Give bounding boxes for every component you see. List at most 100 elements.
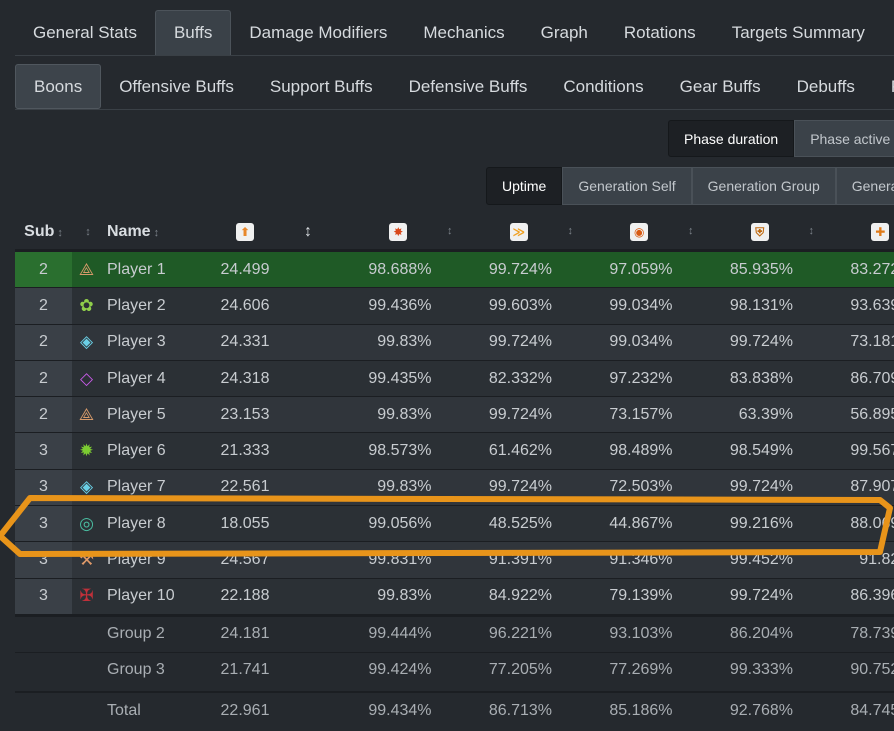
player-name[interactable]: Player 4	[101, 370, 215, 388]
boon-uptime-value: 93.639%	[850, 296, 894, 314]
orb-icon: ◎	[79, 513, 94, 533]
table-row[interactable]: 3 ⚒ Player 9 24.567 99.831% 91.391% 91.346% 99.…	[15, 541, 894, 578]
boon-uptime-value: 77.269%	[609, 661, 673, 679]
boon-uptime-value: 78.739%	[850, 625, 894, 643]
boon-uptime-value: 91.391%	[488, 551, 552, 569]
player-name[interactable]: Player 9	[101, 551, 215, 569]
player-name[interactable]: Player 1	[101, 261, 215, 279]
subgroup-cell: 2	[15, 360, 72, 397]
main-tab-bar: General Stats Buffs Damage Modifiers Mechan…	[15, 10, 894, 56]
sort-icon[interactable]: ↕	[809, 225, 815, 237]
subtab-conditions[interactable]: Conditions	[545, 64, 661, 109]
col-fury-header[interactable]: ✸ ↕	[338, 223, 459, 241]
phase-option-phase-duration[interactable]: Phase duration	[668, 120, 795, 157]
protection-icon: ⛨	[750, 223, 769, 241]
boon-uptime-value: 91.346%	[609, 551, 673, 569]
boon-uptime-value: 99.83%	[377, 333, 432, 351]
boon-uptime-value: 99.056%	[368, 514, 432, 532]
player-name[interactable]: Player 6	[101, 442, 215, 460]
boon-uptime-value: 88.069%	[850, 514, 894, 532]
summary-row: Total 22.961 99.434% 86.713% 85.186% 92.768% 8…	[15, 690, 894, 729]
mode-option-generation-self[interactable]: Generation Self	[562, 167, 692, 205]
subtab-debuffs[interactable]: Debuffs	[779, 64, 873, 109]
boon-uptime-value: 97.059%	[609, 260, 673, 278]
subtab-per[interactable]: Per	[873, 64, 894, 109]
boon-uptime-value: 48.525%	[488, 514, 552, 532]
boon-uptime-value: 99.724%	[488, 260, 552, 278]
might-value: 22.188	[220, 587, 270, 605]
col-alacrity-header[interactable]: ◉ ↕	[579, 223, 700, 241]
boon-uptime-value: 99.724%	[488, 478, 552, 496]
subtab-offensive-buffs[interactable]: Offensive Buffs	[101, 64, 252, 109]
tab-rotations[interactable]: Rotations	[606, 10, 714, 55]
boon-uptime-value: 99.724%	[729, 333, 793, 351]
subtab-defensive-buffs[interactable]: Defensive Buffs	[391, 64, 546, 109]
col-regeneration-header[interactable]: ✚↕	[820, 223, 894, 241]
boon-uptime-value: 90.752%	[850, 661, 894, 679]
subtab-gear-buffs[interactable]: Gear Buffs	[662, 64, 779, 109]
player-name[interactable]: Player 5	[101, 406, 215, 424]
sort-icon[interactable]: ↕	[568, 225, 574, 237]
boon-uptime-value: 99.603%	[488, 296, 552, 314]
col-quickness-header[interactable]: ≫ ↕	[459, 223, 580, 241]
player-name[interactable]: Player 2	[101, 297, 215, 315]
col-sub-header[interactable]: Sub ↕	[15, 223, 72, 241]
boon-uptime-value: 84.745%	[850, 701, 894, 719]
col-might-sort-icon[interactable]: ↕	[278, 223, 338, 241]
sort-icon[interactable]: ↕	[447, 225, 453, 237]
regeneration-icon: ✚	[871, 223, 890, 241]
table-row[interactable]: 3 ◈ Player 7 22.561 99.83% 99.724% 72.503% 99.7…	[15, 468, 894, 506]
table-header: Sub↕ ↕ Name↕ ⬆↕✸↕≫↕◉↕⛨↕✚↕	[15, 215, 894, 251]
table-row[interactable]: 2 ⟁ Player 5 23.153 99.83% 99.724% 73.157% 63.3…	[15, 396, 894, 433]
player-name[interactable]: Player 10	[101, 587, 215, 605]
boon-uptime-value: 87.907%	[850, 478, 894, 496]
tab-general-stats[interactable]: General Stats	[15, 10, 155, 55]
table-row[interactable]: 3 ✠ Player 10 22.188 99.83% 84.922% 79.139% 99.…	[15, 577, 894, 614]
table-row[interactable]: 3 ✹ Player 6 21.333 98.573% 61.462% 98.489% 98.…	[15, 432, 894, 469]
subtab-support-buffs[interactable]: Support Buffs	[252, 64, 391, 109]
col-protection-header[interactable]: ⛨ ↕	[700, 223, 821, 241]
blood-icon: ✠	[79, 586, 94, 606]
tab-mechanics[interactable]: Mechanics	[405, 10, 522, 55]
tab-pla[interactable]: Pla	[883, 10, 894, 55]
boon-uptime-value: 82.332%	[488, 369, 552, 387]
mode-option-generation-group[interactable]: Generation Group	[691, 167, 836, 205]
boon-uptime-value: 44.867%	[609, 514, 673, 532]
boon-uptime-value: 99.83%	[377, 587, 432, 605]
tab-buffs[interactable]: Buffs	[154, 10, 232, 55]
player-rows: 2 ⟁ Player 1 24.499 98.688% 99.724% 97.059% 85.…	[15, 251, 894, 614]
table-row[interactable]: 2 ◈ Player 3 24.331 99.83% 99.724% 99.034% 99.7…	[15, 323, 894, 360]
tab-damage-modifiers[interactable]: Damage Modifiers	[231, 10, 405, 55]
sort-icon[interactable]: ↕	[688, 225, 694, 237]
thorn-icon: ✹	[79, 441, 94, 461]
player-name[interactable]: Player 7	[101, 478, 215, 496]
boon-uptime-value: 86.204%	[729, 625, 793, 643]
phase-toggle: Phase duration Phase active d	[668, 120, 894, 157]
table-row[interactable]: 3 ◎ Player 8 18.055 99.056% 48.525% 44.867% 99.…	[15, 505, 894, 542]
subtab-boons[interactable]: Boons	[15, 64, 102, 109]
col-name-header[interactable]: Name ↕	[101, 223, 215, 241]
might-value: 24.331	[220, 333, 270, 351]
table-row[interactable]: 2 ⟁ Player 1 24.499 98.688% 99.724% 97.059% 85.…	[15, 251, 894, 288]
phase-option-phase-active-d[interactable]: Phase active d	[794, 120, 894, 157]
table-row[interactable]: 2 ◇ Player 4 24.318 99.435% 82.332% 97.232% 83.…	[15, 359, 894, 397]
mode-option-generat[interactable]: Generat	[835, 167, 894, 205]
boon-uptime-value: 98.549%	[729, 442, 793, 460]
paw-icon: ✿	[79, 295, 94, 315]
tab-graph[interactable]: Graph	[523, 10, 606, 55]
might-value: 24.181	[220, 625, 270, 643]
mode-option-uptime[interactable]: Uptime	[486, 167, 563, 205]
profession-cell: ✿	[72, 296, 101, 316]
table-row[interactable]: 2 ✿ Player 2 24.606 99.436% 99.603% 99.034% 98.…	[15, 287, 894, 324]
profession-cell: ◈	[72, 477, 101, 497]
boon-uptime-value: 97.232%	[609, 369, 673, 387]
tab-targets-summary[interactable]: Targets Summary	[714, 10, 883, 55]
col-profession-header[interactable]: ↕	[72, 226, 101, 238]
boon-uptime-value: 84.922%	[488, 587, 552, 605]
subgroup-cell: 2	[15, 288, 72, 324]
player-name[interactable]: Player 3	[101, 333, 215, 351]
profession-cell: ✠	[72, 586, 101, 606]
col-might-header[interactable]: ⬆	[215, 223, 275, 241]
player-name[interactable]: Player 8	[101, 515, 215, 533]
boon-uptime-value: 99.435%	[368, 369, 432, 387]
